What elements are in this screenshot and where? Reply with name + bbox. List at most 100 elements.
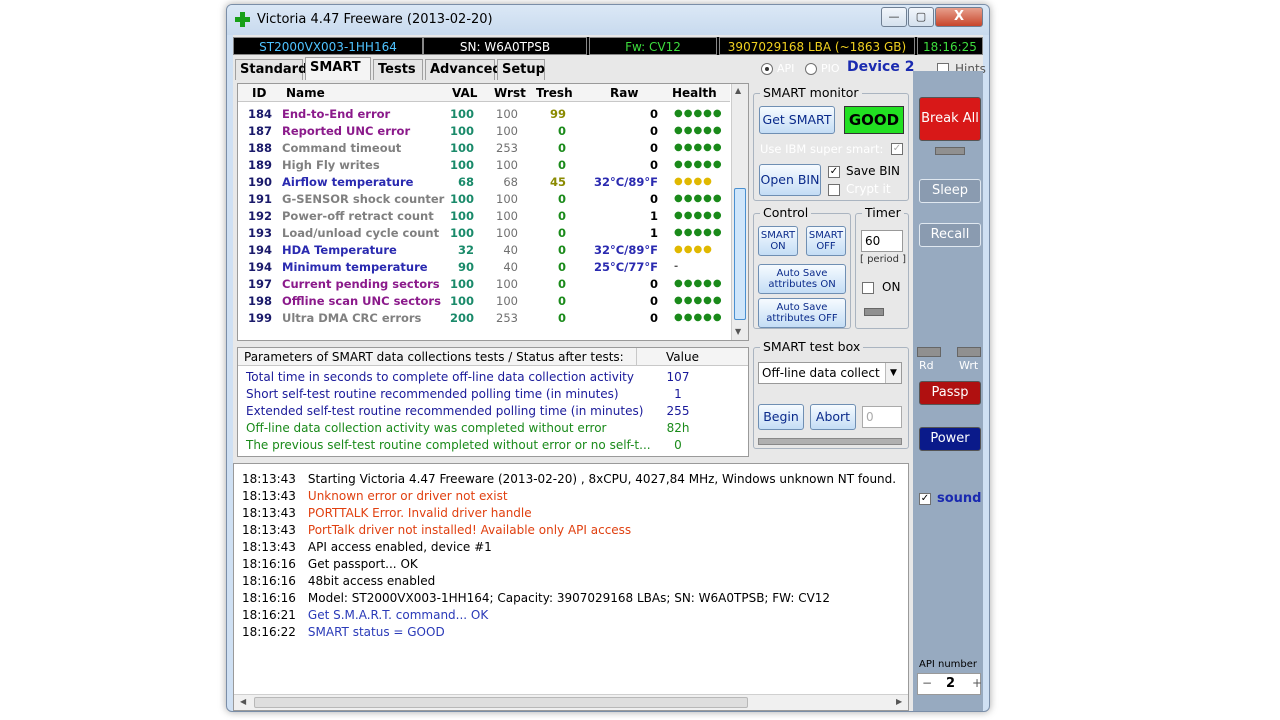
break-indicator [935,147,965,155]
log-message: SMART status = GOOD [307,625,445,639]
scroll-right-icon[interactable]: ▶ [896,697,902,706]
cell-id: 189 [248,158,273,172]
timer-input[interactable]: 60 [861,230,903,252]
smart-on-button[interactable]: SMART ON [758,226,798,256]
auto-save-off-button[interactable]: Auto Save attributes OFF [758,298,846,328]
tab-standard[interactable]: Standard [235,59,307,80]
scroll-up-icon[interactable]: ▲ [735,86,741,95]
cell-name: Command timeout [282,141,402,155]
list-item: Short self-test routine recommended poll… [246,387,736,404]
table-row[interactable]: 188 Command timeout 100 253 0 0 ●●●●● [238,140,730,157]
table-row[interactable]: 190 Airflow temperature 68 68 45 32°C/89°F ●●●… [238,174,730,191]
test-type-select[interactable]: Off-line data collect ▼ [758,362,902,384]
title-bar[interactable]: Victoria 4.47 Freeware (2013-02-20) — ▢ … [227,5,989,35]
col-wrst[interactable]: Wrst [494,86,526,100]
sleep-button[interactable]: Sleep [919,179,981,203]
cell-name: G-SENSOR shock counter [282,192,445,206]
pio-label: PIO [821,62,840,75]
cell-health: ●●●● [674,176,713,187]
table-row[interactable]: 191 G-SENSOR shock counter 100 100 0 0 ●●●●● [238,191,730,208]
rd-indicator [917,347,941,357]
col-health[interactable]: Health [672,86,717,100]
table-row[interactable]: 193 Load/unload cycle count 100 100 0 1 ●●●●● [238,225,730,242]
pio-radio[interactable] [805,63,817,75]
maximize-button[interactable]: ▢ [908,7,934,27]
break-all-button[interactable]: Break All [919,97,981,141]
sound-checkbox[interactable]: ✓ [919,493,931,505]
log-message: Model: ST2000VX003-1HH164; Capacity: 390… [307,591,831,605]
scroll-down-icon[interactable]: ▼ [735,327,741,336]
save-bin-checkbox[interactable]: ✓ [828,166,840,178]
decrement-button[interactable]: − [922,676,932,690]
timer-label: Timer [862,205,904,220]
crypt-checkbox[interactable] [828,184,840,196]
open-bin-button[interactable]: Open BIN [759,164,821,196]
log-message: Get S.M.A.R.T. command... OK [307,608,489,622]
auto-save-on-button[interactable]: Auto Save attributes ON [758,264,846,294]
api-label: API [777,62,795,75]
col-raw[interactable]: Raw [610,86,638,100]
table-row[interactable]: 194 Minimum temperature 90 40 0 25°C/77°F - [238,259,730,276]
table-row[interactable]: 194 HDA Temperature 32 40 0 32°C/89°F ●●●● [238,242,730,259]
table-row[interactable]: 199 Ultra DMA CRC errors 200 253 0 0 ●●●●● [238,310,730,327]
recall-button[interactable]: Recall [919,223,981,247]
increment-button[interactable]: + [972,676,982,690]
save-bin-label: Save BIN [846,164,901,178]
passp-button[interactable]: Passp [919,381,981,405]
col-name[interactable]: Name [286,86,325,100]
abort-button[interactable]: Abort [810,404,856,430]
test-counter-field[interactable]: 0 [862,406,902,428]
table-row[interactable]: 189 High Fly writes 100 100 0 0 ●●●●● [238,157,730,174]
drive-serial: SN: W6A0TPSB [423,37,587,55]
cell-health: ●●●●● [674,227,723,238]
scroll-thumb[interactable] [734,188,746,320]
power-button[interactable]: Power [919,427,981,451]
minimize-button[interactable]: — [881,7,907,27]
tab-advanced[interactable]: Advanced [425,59,502,80]
params-header: Parameters of SMART data collections tes… [238,348,748,366]
log-message: Get passport... OK [307,557,418,571]
cell-health: ●●●●● [674,159,723,170]
col-id[interactable]: ID [252,86,266,100]
cell-val: 100 [449,209,474,223]
smart-off-button[interactable]: SMART OFF [806,226,846,256]
tab-tests[interactable]: Tests [373,59,423,80]
timer-on-checkbox[interactable] [862,282,874,294]
tab-smart[interactable]: SMART [305,57,371,80]
api-number-value[interactable]: 2 [946,676,955,691]
begin-button[interactable]: Begin [758,404,804,430]
api-radio[interactable] [761,63,773,75]
col-tresh[interactable]: Tresh [536,86,573,100]
cell-tresh: 0 [557,124,566,138]
table-row[interactable]: 184 End-to-End error 100 100 99 0 ●●●●● [238,106,730,123]
cell-health: - [674,261,680,272]
tab-setup[interactable]: Setup [497,59,545,80]
log-hscrollbar[interactable]: ◀ ▶ [234,694,908,710]
cell-tresh: 0 [557,294,566,308]
close-button[interactable]: X [935,7,983,27]
smart-test-box-label: SMART test box [760,339,864,354]
api-number-spinner: − 2 + [917,673,982,695]
hscroll-thumb[interactable] [254,697,748,708]
table-row[interactable]: 198 Offline scan UNC sectors 100 100 0 0 ●●●●● [238,293,730,310]
params-divider [636,348,637,366]
ibm-super-smart-checkbox[interactable]: ✓ [891,143,903,155]
log-time: 18:13:43 [242,489,296,503]
param-value: 82h [666,421,690,435]
table-row[interactable]: 187 Reported UNC error 100 100 0 0 ●●●●● [238,123,730,140]
drive-lba: 3907029168 LBA (~1863 GB) [719,37,915,55]
log-time: 18:16:16 [242,574,296,588]
smart-attributes-table: ID Name VAL Wrst Tresh Raw Health 184 End… [237,83,749,341]
chevron-down-icon[interactable]: ▼ [885,363,901,383]
cell-tresh: 0 [557,158,566,172]
table-row[interactable]: 192 Power-off retract count 100 100 0 1 ●●●●● [238,208,730,225]
table-row[interactable]: 197 Current pending sectors 100 100 0 0 ●●●●● [238,276,730,293]
scroll-left-icon[interactable]: ◀ [240,697,246,706]
param-text: Extended self-test routine recommended p… [246,404,644,418]
cell-wrst: 100 [496,209,518,223]
cell-health: ●●●●● [674,210,723,221]
col-val[interactable]: VAL [452,86,477,100]
get-smart-button[interactable]: Get SMART [759,106,835,134]
smart-table-scrollbar[interactable]: ▲ ▼ [731,84,748,340]
cell-id: 191 [248,192,273,206]
